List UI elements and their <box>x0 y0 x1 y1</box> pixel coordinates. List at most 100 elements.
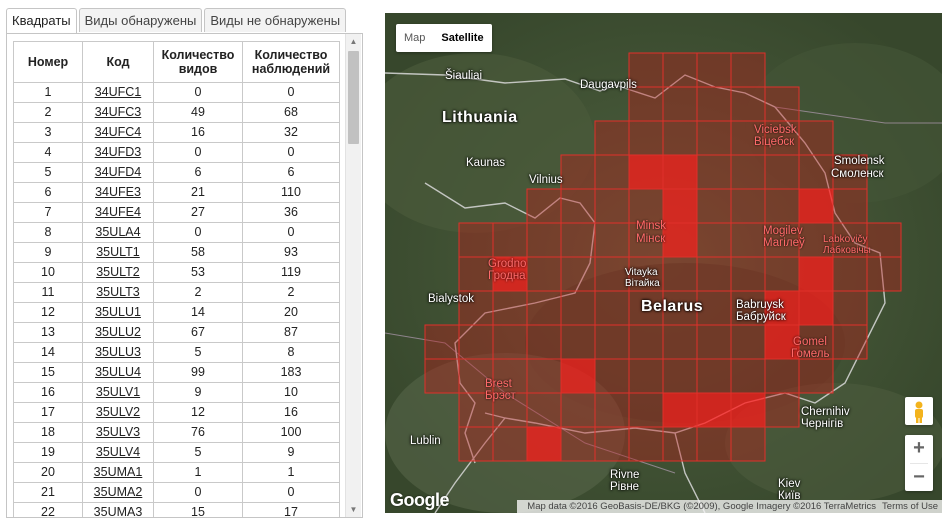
grid-square[interactable] <box>594 188 630 224</box>
tab-species-not-found[interactable]: Виды не обнаружены <box>204 8 347 32</box>
grid-square[interactable] <box>560 154 596 190</box>
zoom-out-button[interactable]: − <box>905 464 933 492</box>
grid-square[interactable] <box>560 426 596 462</box>
header-code[interactable]: Код <box>82 41 154 83</box>
grid-square[interactable] <box>526 222 562 258</box>
grid-square[interactable] <box>526 426 562 462</box>
grid-square[interactable] <box>458 222 494 258</box>
cell-code[interactable]: 34UFD4 <box>82 162 154 183</box>
cell-code[interactable]: 34UFC3 <box>82 102 154 123</box>
scroll-up-arrow-icon[interactable]: ▲ <box>346 34 361 49</box>
map-type-satellite-button[interactable]: Satellite <box>433 24 491 52</box>
grid-square[interactable] <box>798 120 834 156</box>
grid-square[interactable] <box>696 256 732 292</box>
grid-square[interactable] <box>526 290 562 326</box>
grid-square[interactable] <box>526 256 562 292</box>
grid-square[interactable] <box>696 426 732 462</box>
grid-square[interactable] <box>730 358 766 394</box>
map-view[interactable]: Lithuania Belarus Šiauliai Daugavpils Ka… <box>385 13 942 513</box>
grid-square[interactable] <box>424 324 460 360</box>
grid-square[interactable] <box>764 154 800 190</box>
grid-square[interactable] <box>628 86 664 122</box>
grid-square[interactable] <box>764 358 800 394</box>
street-view-pegman-icon[interactable] <box>905 397 933 425</box>
scroll-down-arrow-icon[interactable]: ▼ <box>346 502 361 517</box>
grid-square[interactable] <box>764 188 800 224</box>
table-row[interactable]: 18 35ULV3 76 100 <box>13 422 340 443</box>
grid-square[interactable] <box>526 188 562 224</box>
attribution-text[interactable]: Map data ©2016 GeoBasis-DE/BKG (©2009), … <box>527 501 876 512</box>
cell-code[interactable]: 35UMA3 <box>82 502 154 517</box>
header-number[interactable]: Номер <box>13 41 83 83</box>
grid-square[interactable] <box>492 222 528 258</box>
cell-code[interactable]: 35ULU4 <box>82 362 154 383</box>
table-row[interactable]: 21 35UMA2 0 0 <box>13 482 340 503</box>
terms-of-use-link[interactable]: Terms of Use <box>882 501 938 512</box>
grid-square[interactable] <box>492 290 528 326</box>
grid-square[interactable] <box>594 120 630 156</box>
grid-square[interactable] <box>594 222 630 258</box>
grid-square[interactable] <box>628 120 664 156</box>
table-row[interactable]: 6 34UFE3 21 110 <box>13 182 340 203</box>
grid-square[interactable] <box>560 188 596 224</box>
grid-square[interactable] <box>730 52 766 88</box>
grid-square[interactable] <box>662 86 698 122</box>
grid-square[interactable] <box>492 324 528 360</box>
grid-square[interactable] <box>492 426 528 462</box>
table-row[interactable]: 12 35ULU1 14 20 <box>13 302 340 323</box>
header-species-count[interactable]: Количество видов <box>153 41 243 83</box>
table-row[interactable]: 2 34UFC3 49 68 <box>13 102 340 123</box>
grid-square[interactable] <box>526 358 562 394</box>
grid-square[interactable] <box>628 426 664 462</box>
grid-square[interactable] <box>866 222 902 258</box>
table-row[interactable]: 3 34UFC4 16 32 <box>13 122 340 143</box>
grid-square[interactable] <box>662 358 698 394</box>
grid-square[interactable] <box>696 358 732 394</box>
grid-square[interactable] <box>560 358 596 394</box>
grid-square[interactable] <box>696 324 732 360</box>
grid-square[interactable] <box>662 188 698 224</box>
table-row[interactable]: 4 34UFD3 0 0 <box>13 142 340 163</box>
tab-species-found[interactable]: Виды обнаружены <box>78 8 203 32</box>
grid-square[interactable] <box>662 154 698 190</box>
grid-square[interactable] <box>662 256 698 292</box>
tab-squares[interactable]: Квадраты <box>6 8 77 35</box>
table-row[interactable]: 19 35ULV4 5 9 <box>13 442 340 463</box>
cell-code[interactable]: 34UFD3 <box>82 142 154 163</box>
grid-square[interactable] <box>628 392 664 428</box>
grid-square[interactable] <box>458 426 494 462</box>
grid-square[interactable] <box>696 154 732 190</box>
table-row[interactable]: 14 35ULU3 5 8 <box>13 342 340 363</box>
table-row[interactable]: 15 35ULU4 99 183 <box>13 362 340 383</box>
grid-square[interactable] <box>662 324 698 360</box>
grid-square[interactable] <box>798 154 834 190</box>
cell-code[interactable]: 35ULT2 <box>82 262 154 283</box>
grid-square[interactable] <box>628 154 664 190</box>
grid-square[interactable] <box>696 188 732 224</box>
table-row[interactable]: 10 35ULT2 53 119 <box>13 262 340 283</box>
grid-square[interactable] <box>594 358 630 394</box>
grid-square[interactable] <box>560 290 596 326</box>
table-row[interactable]: 1 34UFC1 0 0 <box>13 82 340 103</box>
grid-square[interactable] <box>832 290 868 326</box>
table-scrollbar[interactable]: ▲ ▼ <box>345 34 361 517</box>
grid-square[interactable] <box>696 222 732 258</box>
grid-square[interactable] <box>730 324 766 360</box>
grid-square[interactable] <box>628 188 664 224</box>
grid-square[interactable] <box>662 222 698 258</box>
table-row[interactable]: 7 34UFE4 27 36 <box>13 202 340 223</box>
grid-square[interactable] <box>730 86 766 122</box>
cell-code[interactable]: 35UMA1 <box>82 462 154 483</box>
grid-square[interactable] <box>866 256 902 292</box>
header-observations-count[interactable]: Количество наблюдений <box>242 41 340 83</box>
table-row[interactable]: 13 35ULU2 67 87 <box>13 322 340 343</box>
grid-square[interactable] <box>832 256 868 292</box>
table-row[interactable]: 5 34UFD4 6 6 <box>13 162 340 183</box>
cell-code[interactable]: 35ULT1 <box>82 242 154 263</box>
cell-code[interactable]: 34UFE3 <box>82 182 154 203</box>
cell-code[interactable]: 35ULU2 <box>82 322 154 343</box>
grid-square[interactable] <box>764 256 800 292</box>
cell-code[interactable]: 35UMA2 <box>82 482 154 503</box>
grid-square[interactable] <box>798 358 834 394</box>
cell-code[interactable]: 35ULU1 <box>82 302 154 323</box>
